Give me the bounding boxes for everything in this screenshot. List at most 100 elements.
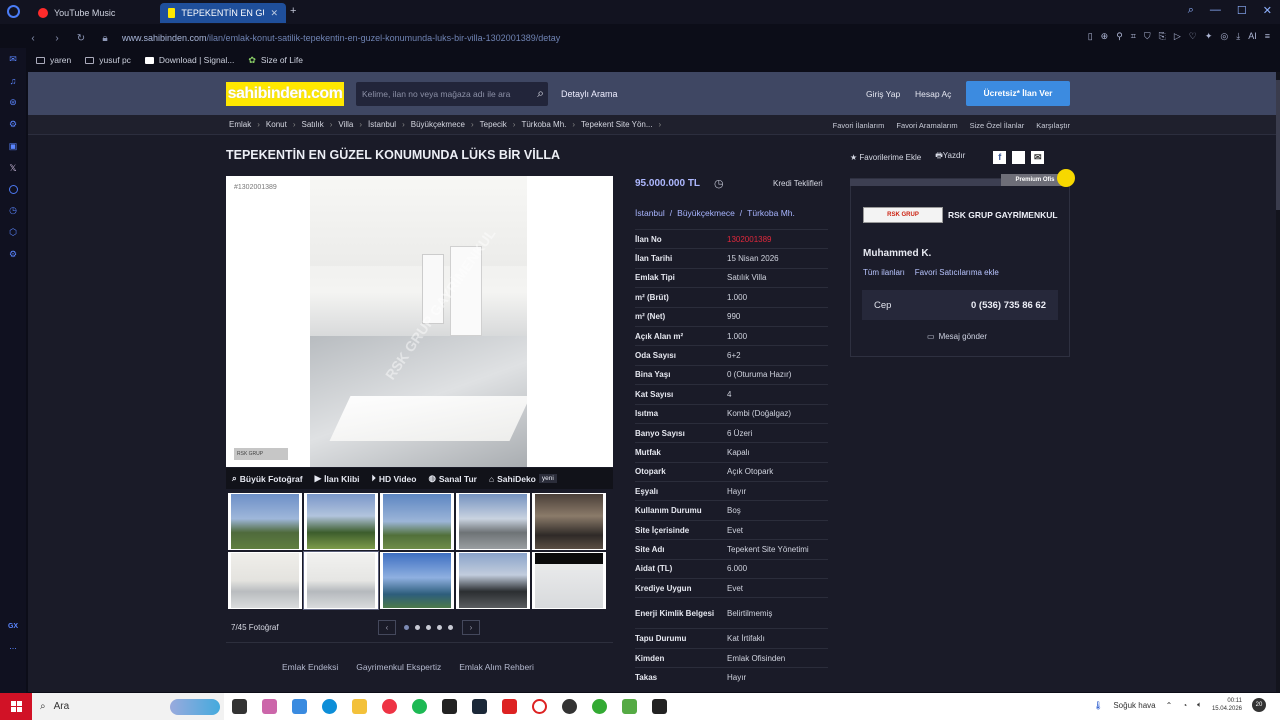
page-dot[interactable] [404,625,409,630]
location-city[interactable]: İstanbul [635,208,665,218]
all-ads-link[interactable]: Tüm ilanları [863,268,905,277]
breadcrumb-item[interactable]: Tepekent Site Yön... [581,120,652,129]
steam-icon[interactable] [472,699,487,714]
messenger-icon[interactable]: ✉ [9,54,17,65]
print-button[interactable]: 🖶︎Yazdır [935,150,965,164]
phone-number[interactable]: 0 (536) 735 86 62 [971,300,1046,311]
photo-viewer[interactable]: #1302001389 RSK GRUP GAYRİMENKUL RSK GRU… [226,176,613,467]
breadcrumb-item[interactable]: Satılık [301,120,323,129]
minimize-icon[interactable]: — [1210,4,1221,17]
downloads-icon[interactable]: ⤓ [1236,31,1240,42]
forward-icon[interactable]: › [50,33,64,44]
notifications-badge[interactable]: 20 [1252,698,1266,712]
chrome-icon[interactable] [382,699,397,714]
breadcrumb-item[interactable]: Büyükçekmece [411,120,465,129]
search-icon[interactable]: ⌕ [537,86,544,101]
facebook-icon[interactable]: f [993,150,1007,164]
gx-label[interactable]: GX [8,623,18,630]
price-history-icon[interactable]: ◷ [714,177,724,190]
page-dot[interactable] [437,625,442,630]
reload-icon[interactable]: ↻ [74,33,88,44]
breadcrumb-item[interactable]: Emlak [229,120,251,129]
bookmark-signal[interactable]: Download | Signal... [144,55,234,65]
detailed-search-link[interactable]: Detaylı Arama [561,89,618,99]
send-message-button[interactable]: ▭ Mesaj gönder [927,332,987,341]
clock[interactable]: 00:11 15.04.2026 [1212,697,1242,713]
video-clip-button[interactable]: ▶ İlan Klibi [315,473,360,484]
page-dot[interactable] [448,625,453,630]
tray-arrow-icon[interactable]: ⌃ [1166,701,1173,710]
settings-icon[interactable]: ⚙ [9,119,17,130]
photo-thumbnail[interactable] [532,552,606,609]
back-icon[interactable]: ‹ [26,33,40,44]
snapshot-icon[interactable]: ⌗ [1131,31,1136,42]
prev-photo-button[interactable]: ‹ [378,620,396,635]
new-tab-button[interactable]: + [290,5,296,17]
location-district[interactable]: Büyükçekmece [677,208,735,218]
app-icon[interactable] [502,699,517,714]
play-icon[interactable]: ▷ [1174,31,1181,42]
breadcrumb-item[interactable]: Tepecik [480,120,507,129]
translate-icon[interactable]: ⎘ [1159,31,1166,42]
photo-thumbnail[interactable] [380,493,454,550]
edge-icon[interactable] [322,699,337,714]
firm-name[interactable]: RSK GRUP GAYRİMENKUL [948,210,1058,220]
page-dot[interactable] [415,625,420,630]
volume-icon[interactable]: 🔈︎ [1197,700,1202,710]
photo-thumbnail[interactable] [228,552,302,609]
epic-alt-icon[interactable] [652,699,667,714]
breadcrumb-item[interactable]: İstanbul [368,120,396,129]
bookmark-size-of-life[interactable]: ✿ Size of Life [248,55,303,66]
store-icon[interactable] [292,699,307,714]
maximize-icon[interactable]: ☐ [1237,4,1247,17]
sahideko-button[interactable]: ⌂ SahiDeko yeni [489,474,557,484]
extensions-icon[interactable]: ✦ [1205,31,1213,42]
more-icon[interactable]: ... [9,641,17,651]
shield-icon[interactable]: ⛉ [1144,31,1151,42]
gear-icon[interactable]: ⚙ [9,249,17,260]
site-logo[interactable]: sahibinden.com [226,82,344,106]
photo-thumbnail[interactable] [303,551,379,610]
footer-link[interactable]: Emlak Endeksi [282,662,338,672]
chrome-alt-icon[interactable] [592,699,607,714]
epic-games-icon[interactable] [442,699,457,714]
menu-icon[interactable]: ≡ [1265,31,1270,42]
file-explorer-icon[interactable] [352,699,367,714]
location-neighborhood[interactable]: Türkoba Mh. [747,208,795,218]
network-icon[interactable]: ◔ [1182,701,1187,710]
main-photo[interactable]: RSK GRUP GAYRİMENKUL [310,176,527,467]
copilot-icon[interactable] [262,699,277,714]
twitch-icon[interactable]: ▣ [9,141,18,152]
player-icon[interactable] [8,185,18,194]
history-icon[interactable]: ◷ [9,205,17,216]
page-dot[interactable] [426,625,431,630]
minecraft-icon[interactable] [622,699,637,714]
weather-label[interactable]: Soğuk hava [1113,701,1155,710]
photo-thumbnail[interactable] [456,493,530,550]
large-photo-button[interactable]: ⌕ Büyük Fotoğraf [232,473,303,484]
close-window-icon[interactable]: ✕ [1263,4,1272,17]
breadcrumb-item[interactable]: Villa [338,120,353,129]
start-button[interactable] [0,693,32,720]
url-field[interactable]: www.sahibinden.com/ilan/emlak-konut-sati… [122,33,560,43]
music-icon[interactable]: ♫ [10,76,17,86]
spotify-icon[interactable] [412,699,427,714]
search-tabs-icon[interactable]: ⌕ [1188,4,1194,17]
photo-thumbnail[interactable] [304,493,378,550]
photo-thumbnail[interactable] [532,493,606,550]
add-favorite-button[interactable]: ★ Favorilerime Ekle [850,153,921,162]
zoom-icon[interactable]: ⊕ [1101,31,1109,42]
gamepad-icon[interactable]: ⊛ [9,97,17,108]
footer-link[interactable]: Gayrimenkul Ekspertiz [356,662,441,672]
register-link[interactable]: Hesap Aç [915,89,951,99]
pin-icon[interactable]: ⚲ [1116,31,1123,42]
x-icon[interactable]: 𝕏 [9,163,16,174]
next-photo-button[interactable]: › [462,620,480,635]
task-view-icon[interactable] [232,699,247,714]
photo-thumbnail[interactable] [228,493,302,550]
user-link[interactable]: Karşılaştır [1036,121,1070,130]
github-icon[interactable] [562,699,577,714]
user-link[interactable]: Favori İlanlarım [833,121,885,130]
extensions-rail-icon[interactable]: ⬡ [9,227,17,238]
firm-logo[interactable]: RSK GRUP [863,207,943,223]
